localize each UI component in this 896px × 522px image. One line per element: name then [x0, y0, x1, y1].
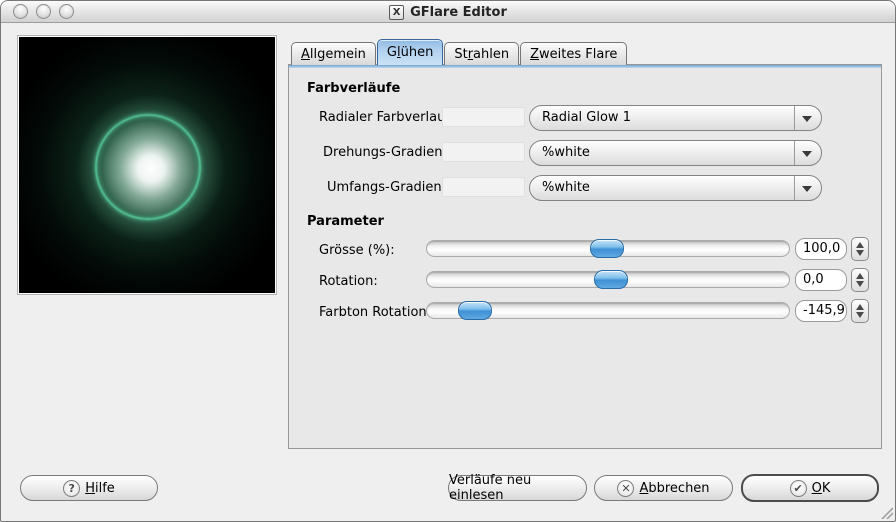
spin-up-icon[interactable]: [856, 304, 864, 310]
parameters-section-title: Parameter: [307, 214, 384, 229]
spin-down-icon[interactable]: [856, 312, 864, 318]
x11-app-icon: X: [389, 4, 405, 20]
size-slider-thumb[interactable]: [589, 239, 624, 258]
dropdown-arrow-icon: [802, 116, 812, 122]
angular-gradient-dropdown[interactable]: %white: [529, 175, 822, 201]
tab-strahlen[interactable]: Strahlen: [444, 42, 520, 65]
rotation-gradient-preview: [442, 142, 525, 162]
window-title-area: X GFlare Editor: [1, 1, 895, 23]
cancel-button[interactable]: ✕ Abbrechen: [594, 475, 733, 501]
hue-rotation-label: Farbton Rotation:: [319, 305, 432, 320]
resize-grip[interactable]: [878, 504, 893, 519]
size-spinner[interactable]: [851, 237, 869, 261]
flare-preview-frame: [17, 35, 277, 295]
gradients-section-title: Farbverläufe: [307, 81, 401, 96]
radial-gradient-preview: [442, 107, 525, 127]
rescan-gradients-button[interactable]: Verläufe neu einlesen: [448, 473, 587, 503]
size-slider[interactable]: [426, 239, 790, 258]
rotation-slider-thumb[interactable]: [593, 270, 628, 289]
hue-rotation-value-field[interactable]: -145,9: [795, 300, 847, 322]
notebook-tabs: Allgemein Glühen Strahlen Zweites Flare: [291, 39, 628, 65]
rotation-gradient-dropdown[interactable]: %white: [529, 140, 822, 166]
tab-zweites-flare[interactable]: Zweites Flare: [520, 42, 628, 65]
spin-up-icon[interactable]: [856, 242, 864, 248]
radial-gradient-dropdown[interactable]: Radial Glow 1: [529, 105, 822, 131]
size-label: Grösse (%):: [319, 243, 395, 258]
rotation-value-field[interactable]: 0,0: [795, 269, 847, 291]
gflare-editor-window: X GFlare Editor Allgemein Glühen Strahle…: [0, 0, 896, 522]
tab-allgemein[interactable]: Allgemein: [291, 42, 376, 65]
window-title: GFlare Editor: [410, 4, 507, 20]
title-bar[interactable]: X GFlare Editor: [1, 1, 895, 23]
rotation-slider[interactable]: [426, 270, 790, 289]
help-button[interactable]: ? Hilfe: [20, 475, 158, 501]
hue-rotation-spinner[interactable]: [851, 299, 869, 323]
rotation-label: Rotation:: [319, 274, 378, 289]
flare-preview[interactable]: [19, 37, 275, 293]
rotation-gradient-label: Drehungs-Gradient:: [323, 145, 452, 160]
angular-gradient-preview: [442, 177, 525, 197]
hue-rotation-slider-thumb[interactable]: [457, 301, 492, 320]
tab-gluehen[interactable]: Glühen: [376, 39, 444, 65]
rotation-spinner[interactable]: [851, 268, 869, 292]
spin-down-icon[interactable]: [856, 250, 864, 256]
hue-rotation-slider[interactable]: [426, 301, 790, 320]
ok-button[interactable]: ✔ OK: [741, 474, 879, 502]
help-icon: ?: [63, 479, 81, 497]
dropdown-arrow-icon: [802, 151, 812, 157]
radial-gradient-label: Radialer Farbverlauf:: [319, 110, 454, 125]
cancel-icon: ✕: [617, 479, 635, 497]
dropdown-arrow-icon: [802, 186, 812, 192]
flare-ring: [95, 114, 201, 220]
angular-gradient-label: Umfangs-Gradient:: [327, 180, 452, 195]
spin-down-icon[interactable]: [856, 281, 864, 287]
spin-up-icon[interactable]: [856, 273, 864, 279]
active-tab-highlight: [289, 65, 881, 68]
size-value-field[interactable]: 100,0: [795, 238, 847, 260]
gluehen-tab-panel: Farbverläufe Radialer Farbverlauf: Radia…: [288, 64, 882, 449]
ok-icon: ✔: [789, 479, 807, 497]
